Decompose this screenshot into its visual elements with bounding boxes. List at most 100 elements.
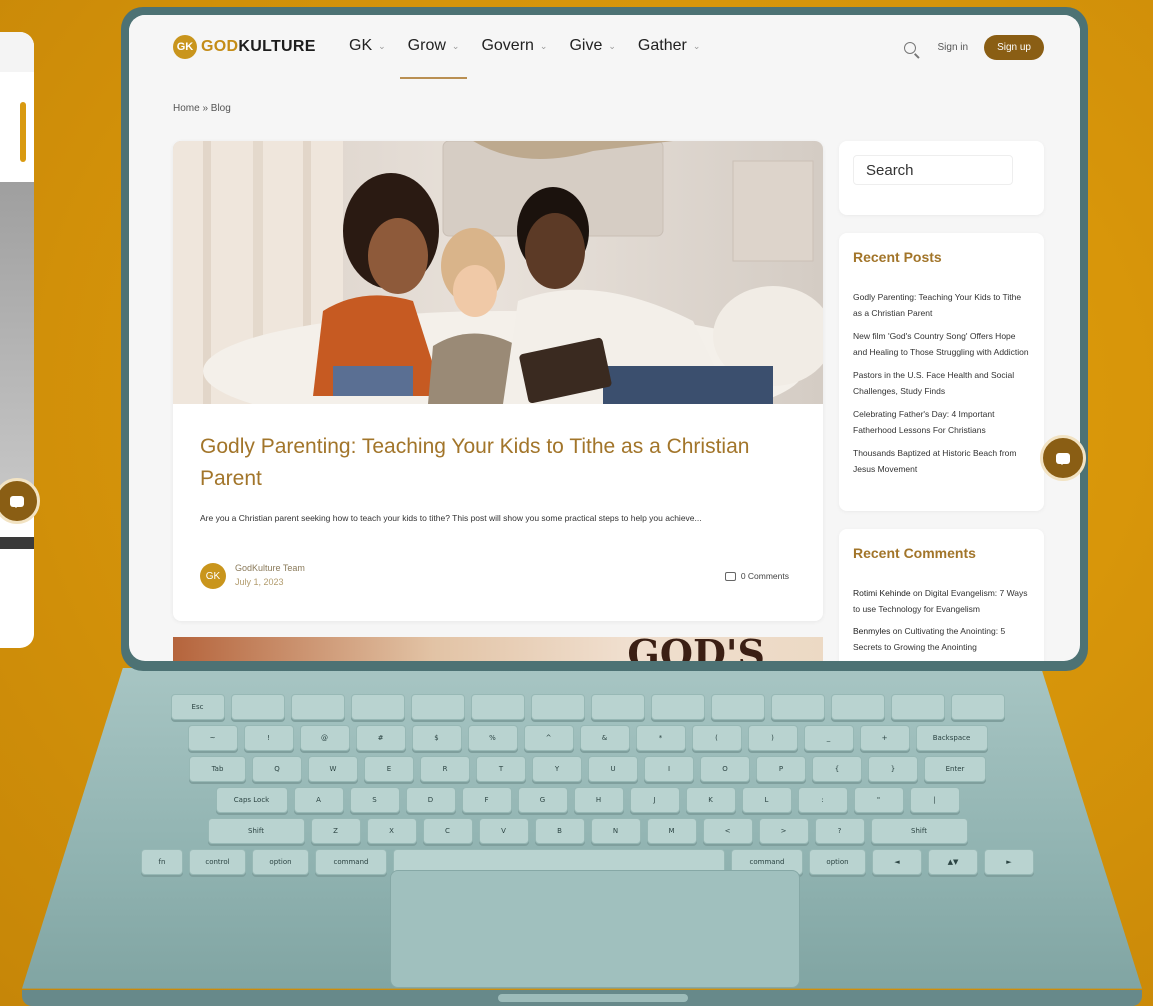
keyboard-key[interactable]: " xyxy=(853,787,904,813)
keyboard-key[interactable] xyxy=(230,694,285,720)
keyboard-key[interactable]: : xyxy=(797,787,848,813)
keyboard-key[interactable]: G xyxy=(517,787,568,813)
keyboard-key[interactable] xyxy=(770,694,825,720)
keyboard-key[interactable]: > xyxy=(758,818,809,844)
recent-post-link[interactable]: Godly Parenting: Teaching Your Kids to T… xyxy=(853,289,1031,321)
site-logo[interactable]: GK GODKULTURE xyxy=(173,35,316,59)
comments-link[interactable]: 0 Comments xyxy=(724,571,789,581)
keyboard-key[interactable]: & xyxy=(579,725,630,751)
search-icon[interactable] xyxy=(903,41,916,54)
keyboard-key[interactable]: ( xyxy=(691,725,742,751)
keyboard-key[interactable]: J xyxy=(629,787,680,813)
keyboard-key[interactable] xyxy=(710,694,765,720)
keyboard-key[interactable]: Enter xyxy=(924,756,986,782)
recent-post-link[interactable]: New film 'God's Country Song' Offers Hop… xyxy=(853,328,1031,360)
chat-icon[interactable] xyxy=(0,478,40,524)
keyboard-key[interactable]: O xyxy=(700,756,750,782)
keyboard-key[interactable]: A xyxy=(293,787,344,813)
keyboard-key[interactable]: X xyxy=(366,818,417,844)
keyboard-key[interactable]: H xyxy=(573,787,624,813)
keyboard-key[interactable] xyxy=(890,694,945,720)
keyboard-key[interactable]: B xyxy=(534,818,585,844)
keyboard-key[interactable]: + xyxy=(859,725,910,751)
keyboard-key[interactable]: * xyxy=(635,725,686,751)
keyboard-key[interactable]: option xyxy=(809,849,866,875)
keyboard-key[interactable]: < xyxy=(702,818,753,844)
keyboard-key[interactable] xyxy=(830,694,885,720)
keyboard-key[interactable]: W xyxy=(308,756,358,782)
keyboard-key[interactable]: { xyxy=(812,756,862,782)
nav-item-give[interactable]: Give ⌄ xyxy=(569,37,615,55)
keyboard-key[interactable]: E xyxy=(364,756,414,782)
keyboard-key[interactable]: C xyxy=(422,818,473,844)
keyboard-key[interactable]: @ xyxy=(299,725,350,751)
keyboard-key[interactable]: ? xyxy=(814,818,865,844)
keyboard-key[interactable] xyxy=(650,694,705,720)
keyboard-key[interactable]: command xyxy=(315,849,387,875)
keyboard-key[interactable]: P xyxy=(756,756,806,782)
keyboard-key[interactable]: ◄ xyxy=(872,849,922,875)
recent-post-link[interactable]: Pastors in the U.S. Face Health and Soci… xyxy=(853,367,1031,399)
keyboard-key[interactable]: N xyxy=(590,818,641,844)
sign-up-button[interactable]: Sign up xyxy=(984,35,1044,60)
nav-item-govern[interactable]: Govern ⌄ xyxy=(481,37,547,55)
post-hero-image[interactable] xyxy=(173,141,823,404)
keyboard-key[interactable]: Caps Lock xyxy=(215,787,288,813)
keyboard-key[interactable]: ^ xyxy=(523,725,574,751)
post-title[interactable]: Godly Parenting: Teaching Your Kids to T… xyxy=(200,431,780,495)
keyboard-key[interactable] xyxy=(530,694,585,720)
trackpad[interactable] xyxy=(390,870,800,988)
keyboard-key[interactable]: M xyxy=(646,818,697,844)
keyboard-key[interactable]: | xyxy=(909,787,960,813)
keyboard-key[interactable]: I xyxy=(644,756,694,782)
keyboard-key[interactable]: Tab xyxy=(189,756,246,782)
recent-post-link[interactable]: Celebrating Father's Day: 4 Important Fa… xyxy=(853,406,1031,438)
keyboard-key[interactable] xyxy=(590,694,645,720)
keyboard-key[interactable] xyxy=(290,694,345,720)
keyboard-key[interactable]: V xyxy=(478,818,529,844)
keyboard-key[interactable]: _ xyxy=(803,725,854,751)
comment-author[interactable]: Rotimi Kehinde xyxy=(853,588,911,598)
keyboard-key[interactable]: option xyxy=(252,849,309,875)
keyboard-key[interactable]: ► xyxy=(984,849,1034,875)
sign-in-link[interactable]: Sign in xyxy=(938,42,969,53)
keyboard-key[interactable]: fn xyxy=(141,849,183,875)
keyboard-key[interactable]: ! xyxy=(243,725,294,751)
keyboard-key[interactable]: ▲▼ xyxy=(928,849,978,875)
keyboard-key[interactable]: # xyxy=(355,725,406,751)
keyboard-key[interactable]: R xyxy=(420,756,470,782)
comment-author[interactable]: Benmyles xyxy=(853,626,890,636)
chat-icon[interactable] xyxy=(1040,435,1086,481)
recent-post-link[interactable]: Thousands Baptized at Historic Beach fro… xyxy=(853,445,1031,477)
keyboard-key[interactable]: ) xyxy=(747,725,798,751)
nav-item-gk[interactable]: GK ⌄ xyxy=(349,37,386,55)
keyboard-key[interactable]: Backspace xyxy=(915,725,988,751)
keyboard-key[interactable]: Shift xyxy=(207,818,305,844)
keyboard-key[interactable]: } xyxy=(868,756,918,782)
keyboard-key[interactable]: Z xyxy=(310,818,361,844)
next-post-card[interactable]: GOD'S xyxy=(173,631,823,661)
search-input[interactable]: Search xyxy=(853,155,1013,185)
nav-item-grow[interactable]: Grow ⌄ xyxy=(399,37,468,79)
keyboard-key[interactable]: T xyxy=(476,756,526,782)
breadcrumb[interactable]: Home » Blog xyxy=(173,103,231,114)
keyboard-key[interactable] xyxy=(350,694,405,720)
keyboard-key[interactable]: Shift xyxy=(870,818,968,844)
keyboard-key[interactable] xyxy=(950,694,1005,720)
keyboard-key[interactable]: $ xyxy=(411,725,462,751)
keyboard-key[interactable]: ~ xyxy=(187,725,238,751)
keyboard-key[interactable]: Esc xyxy=(170,694,225,720)
keyboard-key[interactable]: F xyxy=(461,787,512,813)
keyboard-key[interactable] xyxy=(470,694,525,720)
keyboard-key[interactable]: Q xyxy=(252,756,302,782)
keyboard-key[interactable]: D xyxy=(405,787,456,813)
keyboard-key[interactable]: S xyxy=(349,787,400,813)
keyboard-key[interactable]: U xyxy=(588,756,638,782)
keyboard-key[interactable]: Y xyxy=(532,756,582,782)
keyboard-key[interactable]: control xyxy=(189,849,246,875)
keyboard-key[interactable]: % xyxy=(467,725,518,751)
author-name[interactable]: GodKulture Team xyxy=(235,563,305,573)
keyboard-key[interactable]: L xyxy=(741,787,792,813)
nav-item-gather[interactable]: Gather ⌄ xyxy=(638,37,700,55)
keyboard-key[interactable] xyxy=(410,694,465,720)
